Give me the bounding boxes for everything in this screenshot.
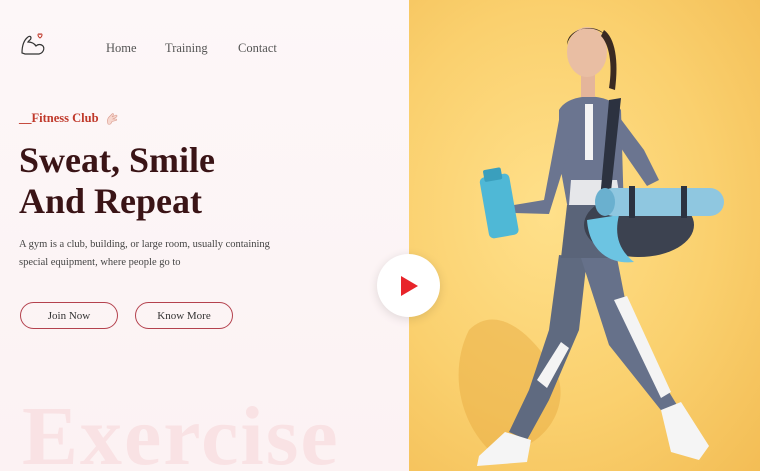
- logo-icon[interactable]: [19, 31, 47, 57]
- tagline-text: __Fitness Club: [19, 111, 99, 125]
- nav-link-home[interactable]: Home: [106, 41, 137, 56]
- play-video-button[interactable]: [377, 254, 440, 317]
- woman-walking-illustration: [458, 27, 724, 466]
- hero-title: Sweat, Smile And Repeat: [19, 140, 215, 222]
- nav-link-contact[interactable]: Contact: [238, 41, 277, 56]
- hero-title-line2: And Repeat: [19, 181, 203, 221]
- hero-description: A gym is a club, building, or large room…: [19, 239, 270, 268]
- join-now-button[interactable]: Join Now: [20, 302, 118, 329]
- hero-left-panel: Home Training Contact __Fitness Club Swe…: [0, 0, 409, 471]
- hero-image: [409, 0, 760, 471]
- hero-title-line1: Sweat, Smile: [19, 140, 215, 180]
- nav-link-training[interactable]: Training: [165, 41, 208, 56]
- play-icon: [400, 275, 418, 296]
- tagline: __Fitness Club: [19, 111, 119, 126]
- know-more-button[interactable]: Know More: [135, 302, 233, 329]
- watermark-text: Exercise: [22, 390, 340, 471]
- hand-icon: [106, 112, 117, 125]
